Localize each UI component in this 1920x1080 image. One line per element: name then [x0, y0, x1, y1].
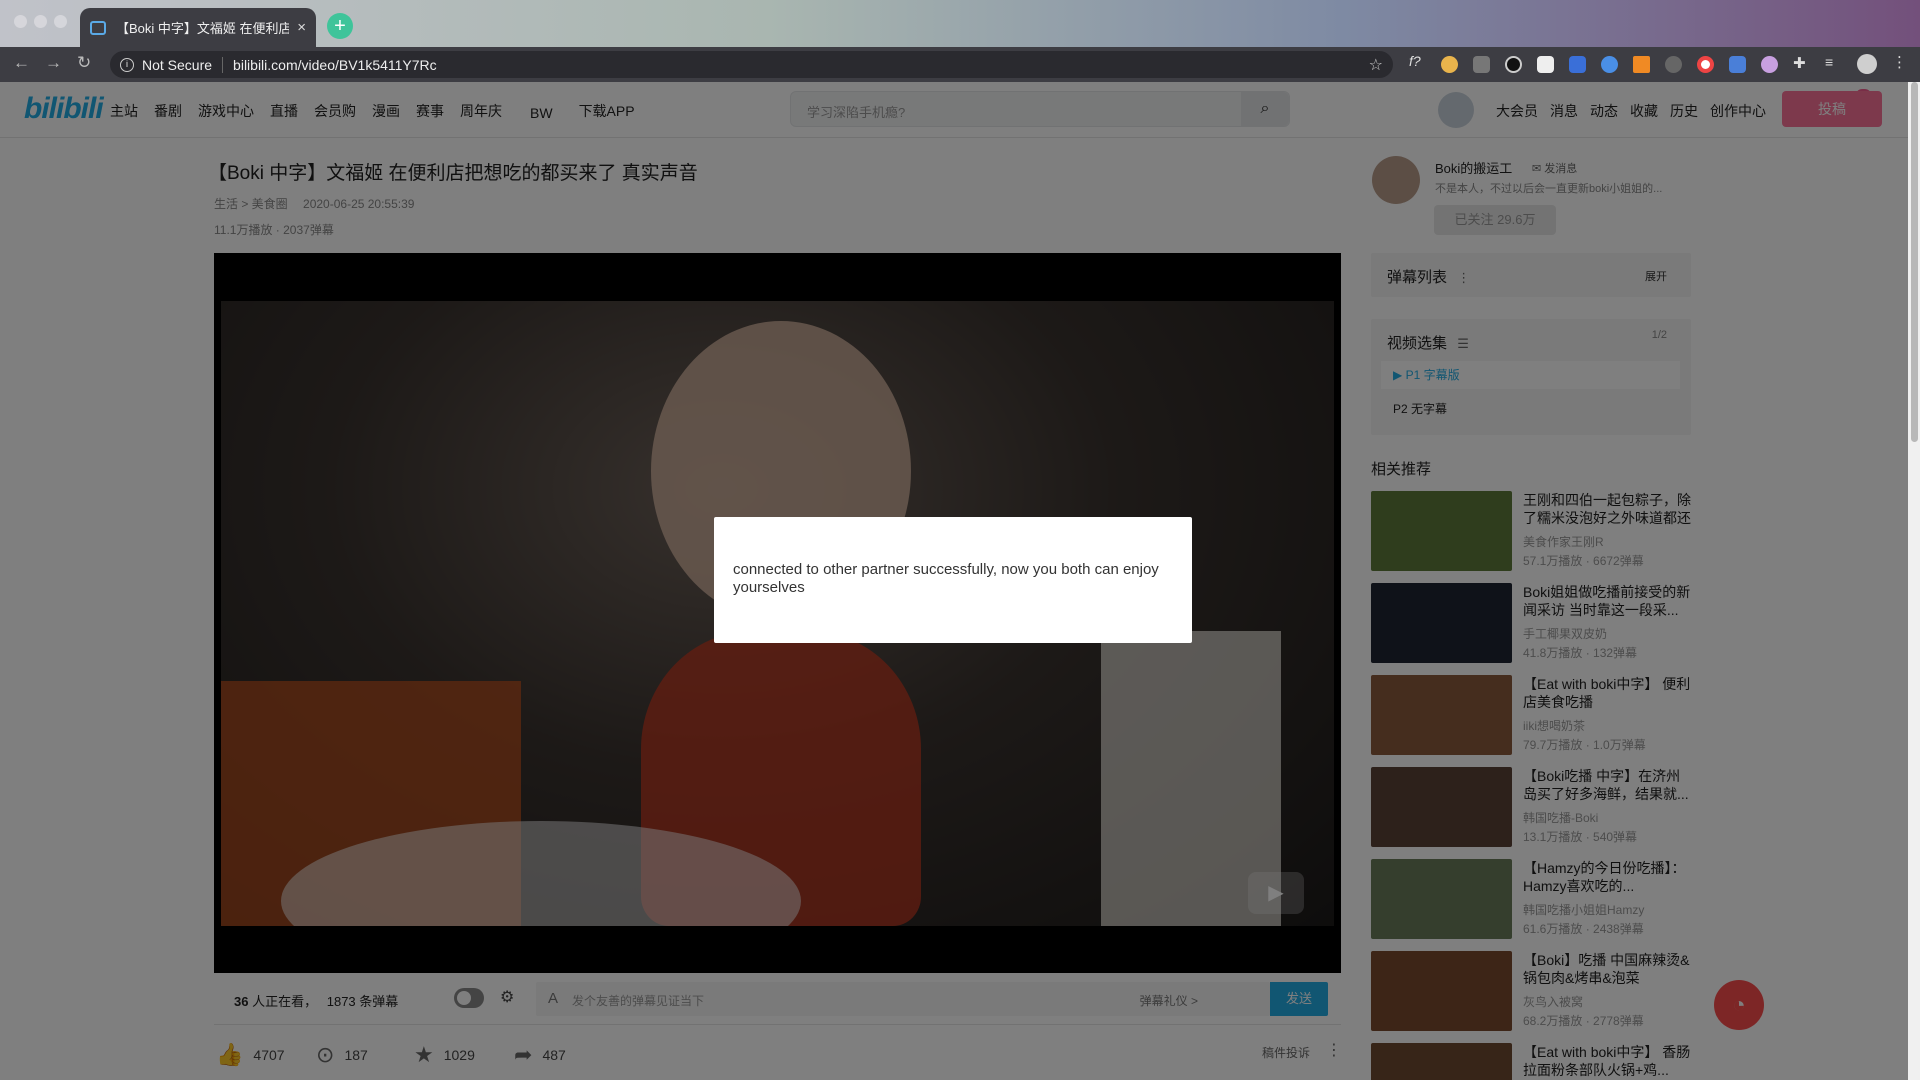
camera-extension-icon[interactable] [1473, 56, 1490, 73]
dialog-message: connected to other partner successfully,… [733, 561, 1159, 596]
browser-tab-strip: 【Boki 中字】文福姬 在便利店把 × + [0, 0, 1920, 47]
bookmark-star-icon[interactable]: ☆ [1369, 55, 1383, 75]
glasses-extension-icon[interactable] [1537, 56, 1554, 73]
browser-tab[interactable]: 【Boki 中字】文福姬 在便利店把 × [80, 8, 316, 47]
forward-arrow-icon[interactable]: → [45, 53, 62, 73]
address-bar[interactable]: i Not Secure bilibili.com/video/BV1k5411… [110, 51, 1393, 78]
tab-title: 【Boki 中字】文福姬 在便利店把 [116, 21, 290, 36]
record-extension-icon[interactable] [1697, 56, 1714, 73]
circle-extension-icon[interactable] [1505, 56, 1522, 73]
reload-icon[interactable]: ↻ [77, 53, 91, 73]
tab-close-icon[interactable]: × [297, 19, 306, 36]
new-tab-button[interactable]: + [327, 13, 353, 39]
vlc-extension-icon[interactable] [1633, 56, 1650, 73]
profile-avatar[interactable] [1857, 54, 1877, 74]
bilibili-tv-icon [90, 20, 106, 35]
location-extension-icon[interactable] [1665, 56, 1682, 73]
window-close-dot[interactable] [14, 15, 27, 28]
scrollbar-thumb[interactable] [1911, 82, 1918, 442]
browser-menu-icon[interactable]: ⋮ [1892, 53, 1909, 71]
window-zoom-dot[interactable] [54, 15, 67, 28]
connection-dialog: connected to other partner successfully,… [714, 517, 1192, 643]
page-scrollbar[interactable] [1908, 82, 1920, 1080]
formula-extension-icon[interactable]: f? [1409, 53, 1426, 70]
puzzle-extensions-icon[interactable]: ✚ [1793, 54, 1810, 72]
reading-list-icon[interactable]: ≡ [1825, 54, 1842, 71]
translate-extension-icon[interactable] [1569, 56, 1586, 73]
browser-toolbar: ← → ↻ i Not Secure bilibili.com/video/BV… [0, 47, 1920, 82]
address-divider [222, 56, 224, 73]
info-icon[interactable]: i [120, 57, 134, 72]
back-arrow-icon[interactable]: ← [13, 53, 30, 73]
url-text: bilibili.com/video/BV1k5411Y7Rc [233, 56, 437, 73]
security-label: Not Secure [142, 56, 213, 73]
window-minimize-dot[interactable] [34, 15, 47, 28]
palette-extension-icon[interactable] [1761, 56, 1778, 73]
check-extension-icon[interactable] [1601, 56, 1618, 73]
cookie-extension-icon[interactable] [1441, 56, 1458, 73]
translator-extension-icon[interactable] [1729, 56, 1746, 73]
